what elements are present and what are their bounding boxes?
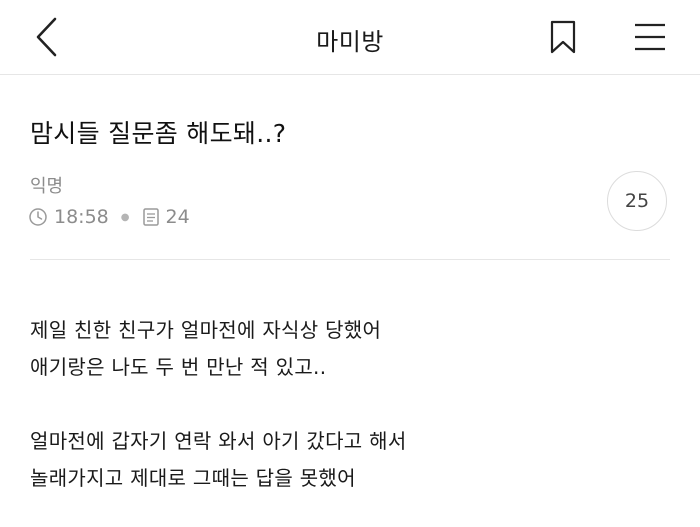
body-line: 제일 친한 친구가 얼마전에 자식상 당했어 bbox=[30, 318, 382, 342]
bookmark-icon bbox=[550, 20, 576, 54]
bookmark-button[interactable] bbox=[540, 14, 586, 60]
comment-count-badge[interactable]: 25 bbox=[607, 171, 667, 231]
comment-count: 25 bbox=[624, 190, 650, 212]
menu-button[interactable] bbox=[624, 14, 676, 60]
post-title: 맘시들 질문좀 해도돼..? bbox=[30, 119, 287, 148]
post-body: 제일 친한 친구가 얼마전에 자식상 당했어 애기랑은 나도 두 번 만난 적 … bbox=[30, 312, 670, 497]
hamburger-menu-icon bbox=[635, 23, 665, 51]
post-author: 익명 bbox=[30, 176, 64, 197]
meta-separator: ● bbox=[120, 211, 130, 223]
post-meta: 18:58 ● 24 bbox=[28, 204, 190, 230]
body-line: 얼마전에 갑자기 연락 와서 아기 갔다고 해서 bbox=[30, 429, 407, 453]
document-icon bbox=[142, 207, 160, 227]
post-time: 18:58 bbox=[54, 206, 109, 228]
header-title: 마미방 bbox=[316, 28, 384, 56]
body-line: 애기랑은 나도 두 번 만난 적 있고.. bbox=[30, 355, 327, 379]
clock-icon bbox=[28, 207, 48, 227]
top-navigation-bar: 마미방 bbox=[0, 0, 700, 75]
post-page: 마미방 맘시들 질문좀 해도돼..? 익명 18:58 ● 24 25 제일 친… bbox=[0, 0, 700, 527]
post-views: 24 bbox=[165, 206, 190, 228]
divider bbox=[30, 259, 670, 260]
body-blank-line bbox=[30, 386, 670, 423]
body-line: 놀래가지고 제대로 그때는 답을 못했어 bbox=[30, 466, 356, 490]
